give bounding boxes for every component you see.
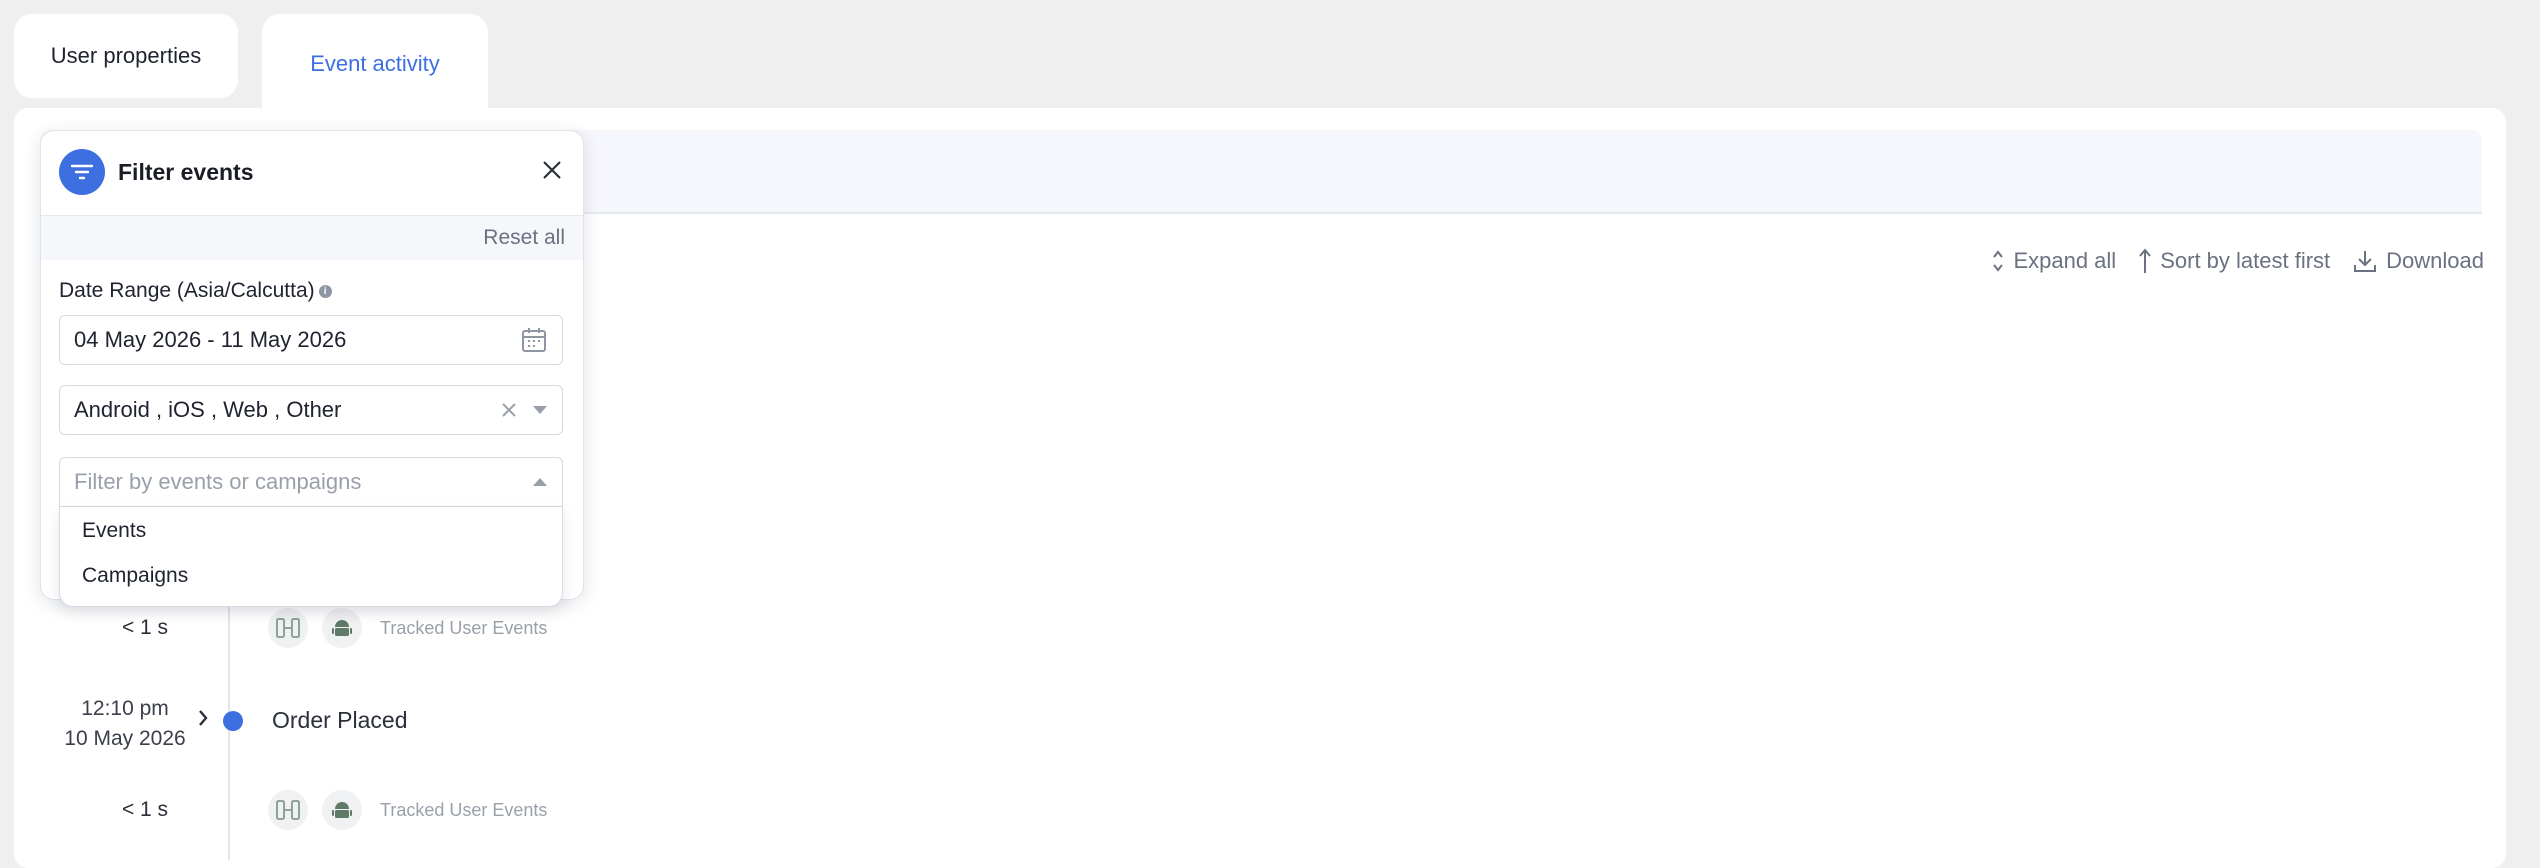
event-dot: [223, 711, 243, 731]
event-date: 10 May 2026: [64, 727, 186, 750]
close-icon[interactable]: [539, 157, 565, 183]
search-placeholder: Filter by events or campaigns: [74, 469, 362, 494]
source-label: Tracked User Events: [380, 799, 548, 820]
tab-label: User properties: [50, 43, 202, 68]
events-dropdown-menu: Events Campaigns: [59, 507, 563, 607]
panel-header: Filter events: [41, 131, 583, 216]
timeline-toolbar: Expand all Sort by latest first Download: [1991, 248, 2484, 274]
reset-all-button[interactable]: Reset all: [483, 226, 565, 250]
expand-all-label: Expand all: [2013, 248, 2117, 273]
sdk-icon: [268, 608, 308, 648]
caret-up-icon[interactable]: [532, 477, 548, 487]
clear-icon[interactable]: [500, 401, 518, 419]
option-events[interactable]: Events: [82, 519, 146, 543]
events-search-input[interactable]: Filter by events or campaigns: [59, 457, 563, 507]
panel-title: Filter events: [118, 159, 254, 185]
event-time: 12:10 pm: [81, 697, 169, 720]
download-icon: [2354, 251, 2377, 272]
platform-select[interactable]: Android , iOS , Web , Other: [59, 385, 563, 435]
date-range-picker[interactable]: 04 May 2026 - 11 May 2026: [59, 315, 563, 365]
date-range-label: Date Range (Asia/Calcutta) i: [59, 279, 332, 303]
arrow-up-icon: [2139, 248, 2151, 273]
duration-label: < 1 s: [121, 798, 169, 821]
sdk-icon: [268, 790, 308, 830]
platform-controls: [500, 401, 548, 419]
chevron-right-icon[interactable]: [197, 708, 209, 728]
option-campaigns[interactable]: Campaigns: [82, 564, 188, 588]
caret-down-icon[interactable]: [532, 405, 548, 415]
reset-row: Reset all: [41, 216, 583, 260]
expand-all-button[interactable]: Expand all: [1991, 248, 2116, 274]
calendar-icon[interactable]: [520, 326, 548, 354]
platform-value: Android , iOS , Web , Other: [74, 397, 342, 422]
duration-label: < 1 s: [121, 616, 169, 639]
date-range-value: 04 May 2026 - 11 May 2026: [74, 327, 347, 352]
filter-events-panel: Filter events Reset all Date Range (Asia…: [40, 130, 584, 607]
source-label: Tracked User Events: [380, 617, 548, 638]
tab-label: Event activity: [310, 51, 440, 76]
event-name[interactable]: Order Placed: [272, 707, 408, 734]
download-label: Download: [2386, 248, 2484, 273]
tab-user-properties[interactable]: User properties: [14, 14, 238, 98]
filter-icon: [59, 149, 105, 195]
tab-event-activity[interactable]: Event activity: [262, 14, 488, 114]
android-icon: [322, 790, 362, 830]
sort-label: Sort by latest first: [2160, 248, 2331, 273]
event-source-row: Tracked User Events: [268, 790, 547, 830]
info-icon[interactable]: i: [318, 284, 332, 298]
event-timestamp: 12:10 pm 10 May 2026: [50, 694, 200, 754]
download-button[interactable]: Download: [2352, 248, 2484, 274]
date-range-text: Date Range (Asia/Calcutta): [59, 279, 315, 302]
android-icon: [322, 608, 362, 648]
expand-icon: [1993, 250, 2004, 272]
sort-button[interactable]: Sort by latest first: [2138, 248, 2330, 274]
event-source-row: Tracked User Events: [268, 608, 547, 648]
